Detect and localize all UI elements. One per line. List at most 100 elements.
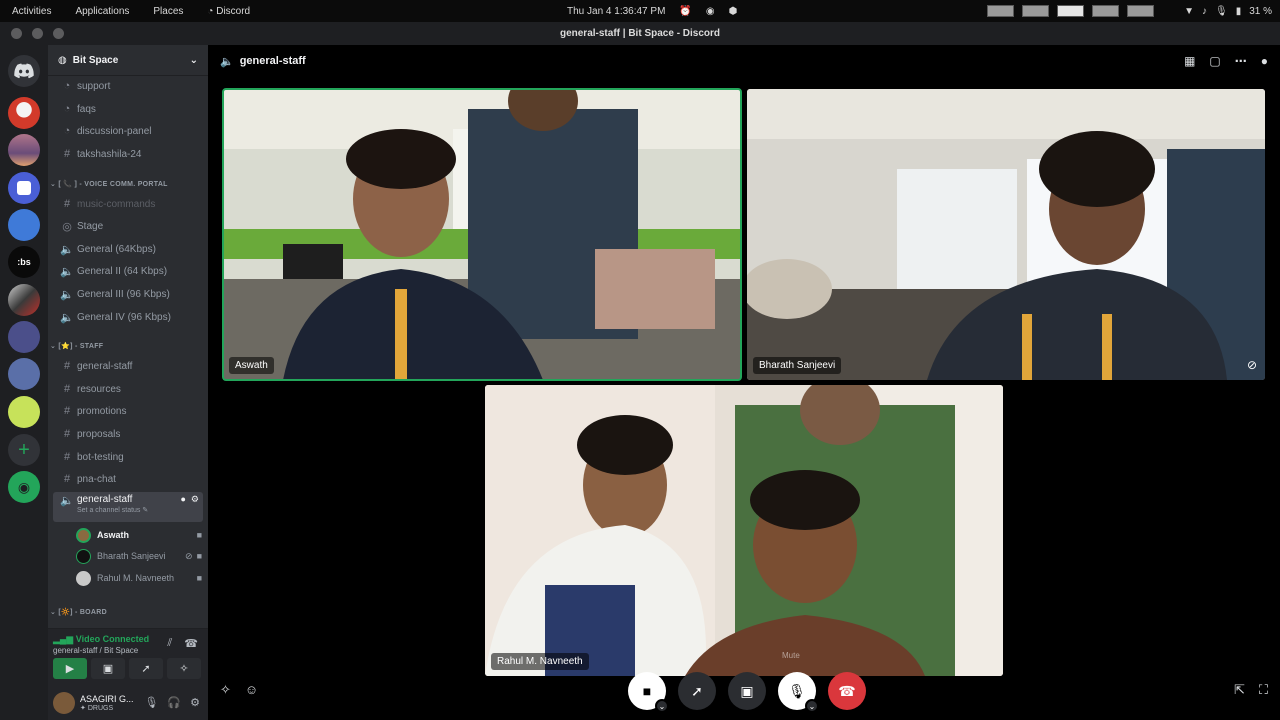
voice-user-aswath[interactable]: Aswath ■: [76, 525, 202, 545]
battery-icon[interactable]: ▮: [1236, 6, 1242, 17]
chevron-down-icon[interactable]: ⌄: [655, 699, 669, 713]
chevron-down-icon[interactable]: ⌄: [805, 699, 819, 713]
channel-status-prompt[interactable]: Set a channel status ✎: [77, 506, 148, 514]
channel-general-iii[interactable]: 🔈 General III (96 Kbps): [53, 284, 203, 304]
clock[interactable]: Thu Jan 4 1:36:47 PM: [567, 6, 665, 17]
user-info[interactable]: ASAGIRI G... ✦ DRUGS: [80, 694, 134, 712]
server-avatar-1[interactable]: [8, 97, 40, 129]
workspace-4[interactable]: [1092, 5, 1120, 17]
activities-button[interactable]: ➚: [129, 658, 163, 679]
category-board[interactable]: ⌄ [🔆] - BOARD: [50, 608, 107, 616]
fullscreen-icon[interactable]: ⛶: [1259, 682, 1268, 698]
channel-stage[interactable]: ◎ Stage: [53, 216, 203, 236]
channel-general-iv[interactable]: 🔈 General IV (96 Kbps): [53, 307, 203, 327]
workspace-3[interactable]: [1057, 5, 1085, 17]
tile-name-label: Rahul M. Navneeth: [491, 653, 589, 670]
gear-icon[interactable]: ⚙: [191, 494, 199, 505]
shield-tray-icon[interactable]: ⬢: [729, 6, 738, 17]
soundboard-icon[interactable]: ✧: [220, 682, 231, 698]
server-avatar-3[interactable]: [8, 172, 40, 204]
connection-status[interactable]: ▂▄▆ Video Connected: [53, 634, 149, 645]
more-options-icon[interactable]: ⋯: [1235, 54, 1247, 68]
channel-proposals[interactable]: # proposals: [53, 424, 203, 444]
discover-servers-icon[interactable]: ◉: [8, 471, 40, 503]
video-tile-aswath[interactable]: Aswath: [222, 88, 742, 381]
screen-share-button[interactable]: ▣: [91, 658, 125, 679]
channel-general-staff-text[interactable]: # general-staff: [53, 356, 203, 376]
microphone-icon[interactable]: 🎙: [144, 696, 158, 709]
channel-pna-chat[interactable]: # pna-chat: [53, 469, 203, 489]
channel-label: support: [77, 80, 111, 92]
video-tile-bharath[interactable]: Bharath Sanjeevi ⊘: [747, 89, 1265, 380]
channel-bot-testing[interactable]: # bot-testing: [53, 447, 203, 467]
voice-user-bharath[interactable]: Bharath Sanjeevi ⊘ ■: [76, 546, 202, 566]
applications-menu[interactable]: Applications: [75, 6, 129, 17]
category-label: [ 📞 ] - VOICE COMM. PORTAL: [58, 181, 168, 188]
activities-button[interactable]: Activities: [12, 6, 51, 17]
hash-icon: #: [63, 360, 71, 372]
server-avatar-8[interactable]: [8, 358, 40, 390]
hash-icon: #: [63, 405, 71, 417]
server-avatar-4[interactable]: [8, 209, 40, 241]
microphone-icon[interactable]: 🎙: [1215, 6, 1228, 17]
server-avatar-bit-space[interactable]: :bs: [8, 246, 40, 278]
channel-label: takshashila-24: [77, 148, 142, 160]
channel-general-ii[interactable]: 🔈 General II (64 Kbps): [53, 261, 203, 281]
popout-icon[interactable]: ⇱: [1234, 682, 1245, 698]
server-avatar-9[interactable]: [8, 396, 40, 428]
screen-share-button[interactable]: ▣: [728, 672, 766, 710]
workspace-2[interactable]: [1022, 5, 1050, 17]
channel-resources[interactable]: # resources: [53, 379, 203, 399]
workspace-1[interactable]: [987, 5, 1015, 17]
camera-toggle-button[interactable]: ▶: [53, 658, 87, 679]
server-avatar-2[interactable]: [8, 134, 40, 166]
places-menu[interactable]: Places: [153, 6, 183, 17]
channel-general-staff-voice[interactable]: 🔈 general-staff Set a channel status ✎ ●…: [53, 492, 203, 522]
channel-music-commands[interactable]: # music-commands: [53, 194, 203, 214]
window-maximize-button[interactable]: [53, 28, 64, 39]
channel-general-64[interactable]: 🔈 General (64Kbps): [53, 239, 203, 259]
volume-icon[interactable]: ♪: [1202, 6, 1207, 17]
window-title-bar[interactable]: general-staff | Bit Space - Discord: [0, 22, 1280, 45]
activity-button[interactable]: ➚: [678, 672, 716, 710]
connection-status-label: Video Connected: [75, 634, 150, 644]
voice-connection-panel: ▂▄▆ Video Connected general-staff / Bit …: [48, 628, 208, 685]
grid-layout-icon[interactable]: ▦: [1184, 54, 1195, 68]
channel-label: pna-chat: [77, 473, 116, 485]
channel-label: General (64Kbps): [77, 243, 156, 255]
disconnect-icon[interactable]: ☎: [184, 637, 198, 650]
chat-icon[interactable]: ●: [1261, 54, 1268, 68]
window-close-button[interactable]: [11, 28, 22, 39]
voice-user-rahul[interactable]: Rahul M. Navneeth ■: [76, 568, 202, 588]
discord-home-icon[interactable]: [8, 55, 40, 87]
soundboard-button[interactable]: ✧: [167, 658, 201, 679]
noise-suppression-icon[interactable]: ⫽: [167, 637, 172, 650]
server-avatar-6[interactable]: [8, 284, 40, 316]
category-staff[interactable]: ⌄ [⭐] - STAFF: [50, 342, 103, 350]
server-header[interactable]: ◍ Bit Space ⌄: [48, 45, 208, 76]
channel-takshashila-24[interactable]: # takshashila-24: [53, 144, 203, 164]
discord-tray-icon[interactable]: ◉: [706, 6, 715, 17]
gear-icon[interactable]: ⚙: [190, 696, 200, 709]
disconnect-button[interactable]: ☎: [828, 672, 866, 710]
headphones-icon[interactable]: 🎧: [167, 696, 181, 709]
emoji-icon[interactable]: ☺: [245, 682, 258, 698]
active-app-menu[interactable]: ◔ Discord: [207, 6, 274, 17]
channel-promotions[interactable]: # promotions: [53, 401, 203, 421]
add-server-icon[interactable]: +: [8, 434, 40, 466]
avatar[interactable]: [53, 691, 75, 714]
wifi-icon[interactable]: ▼: [1184, 6, 1194, 17]
connection-location[interactable]: general-staff / Bit Space: [53, 646, 138, 655]
workspace-5[interactable]: [1127, 5, 1155, 17]
channel-discussion-panel[interactable]: ◔ discussion-panel: [53, 121, 203, 141]
window-minimize-button[interactable]: [32, 28, 43, 39]
popout-icon[interactable]: ▢: [1209, 54, 1220, 68]
microphone-button[interactable]: 🎙 ⌄: [778, 672, 819, 713]
video-tile-rahul[interactable]: Rahul M. Navneeth Mute: [485, 385, 1003, 676]
channel-support[interactable]: ◔ support: [53, 76, 203, 96]
category-voice-comm-portal[interactable]: ⌄ [ 📞 ] - VOICE COMM. PORTAL: [50, 180, 168, 188]
chat-bubble-icon[interactable]: ●: [180, 494, 185, 505]
server-avatar-7[interactable]: [8, 321, 40, 353]
camera-button[interactable]: ■ ⌄: [628, 672, 669, 713]
channel-faqs[interactable]: ◔ faqs: [53, 99, 203, 119]
